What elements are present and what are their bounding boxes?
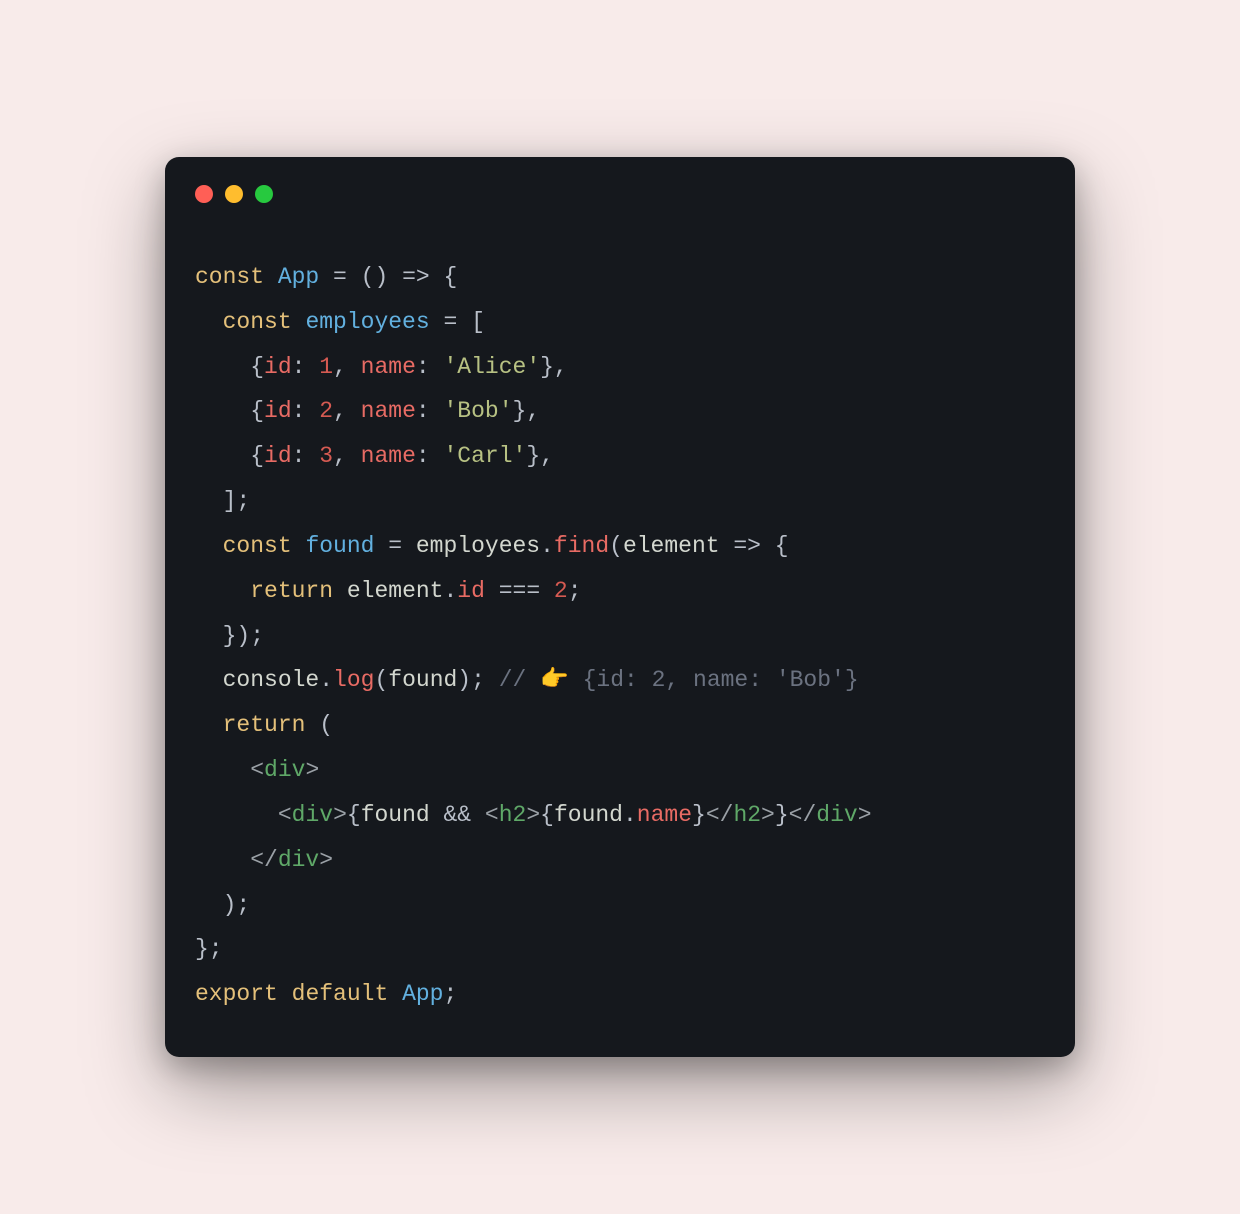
code-block: const App = () => { const employees = [ …	[195, 255, 1045, 1017]
code-line: {id: 3, name: 'Carl'},	[195, 443, 554, 469]
code-window: const App = () => { const employees = [ …	[165, 157, 1075, 1057]
code-line: ];	[195, 488, 250, 514]
code-line: return (	[195, 712, 333, 738]
code-line: const employees = [	[195, 309, 485, 335]
code-line: });	[195, 623, 264, 649]
close-icon[interactable]	[195, 185, 213, 203]
code-line: const App = () => {	[195, 264, 457, 290]
code-line: {id: 1, name: 'Alice'},	[195, 354, 568, 380]
code-line: export default App;	[195, 981, 457, 1007]
code-line: };	[195, 936, 223, 962]
code-line: <div>	[195, 757, 319, 783]
zoom-icon[interactable]	[255, 185, 273, 203]
traffic-lights	[195, 185, 1045, 203]
pointing-right-icon: 👉	[540, 667, 569, 693]
code-line: <div>{found && <h2>{found.name}</h2>}</d…	[195, 802, 872, 828]
code-line: </div>	[195, 847, 333, 873]
code-line: const found = employees.find(element => …	[195, 533, 789, 559]
code-line: {id: 2, name: 'Bob'},	[195, 398, 540, 424]
code-line: return element.id === 2;	[195, 578, 582, 604]
code-line: );	[195, 892, 250, 918]
minimize-icon[interactable]	[225, 185, 243, 203]
code-line: console.log(found); // 👉 {id: 2, name: '…	[195, 667, 859, 693]
